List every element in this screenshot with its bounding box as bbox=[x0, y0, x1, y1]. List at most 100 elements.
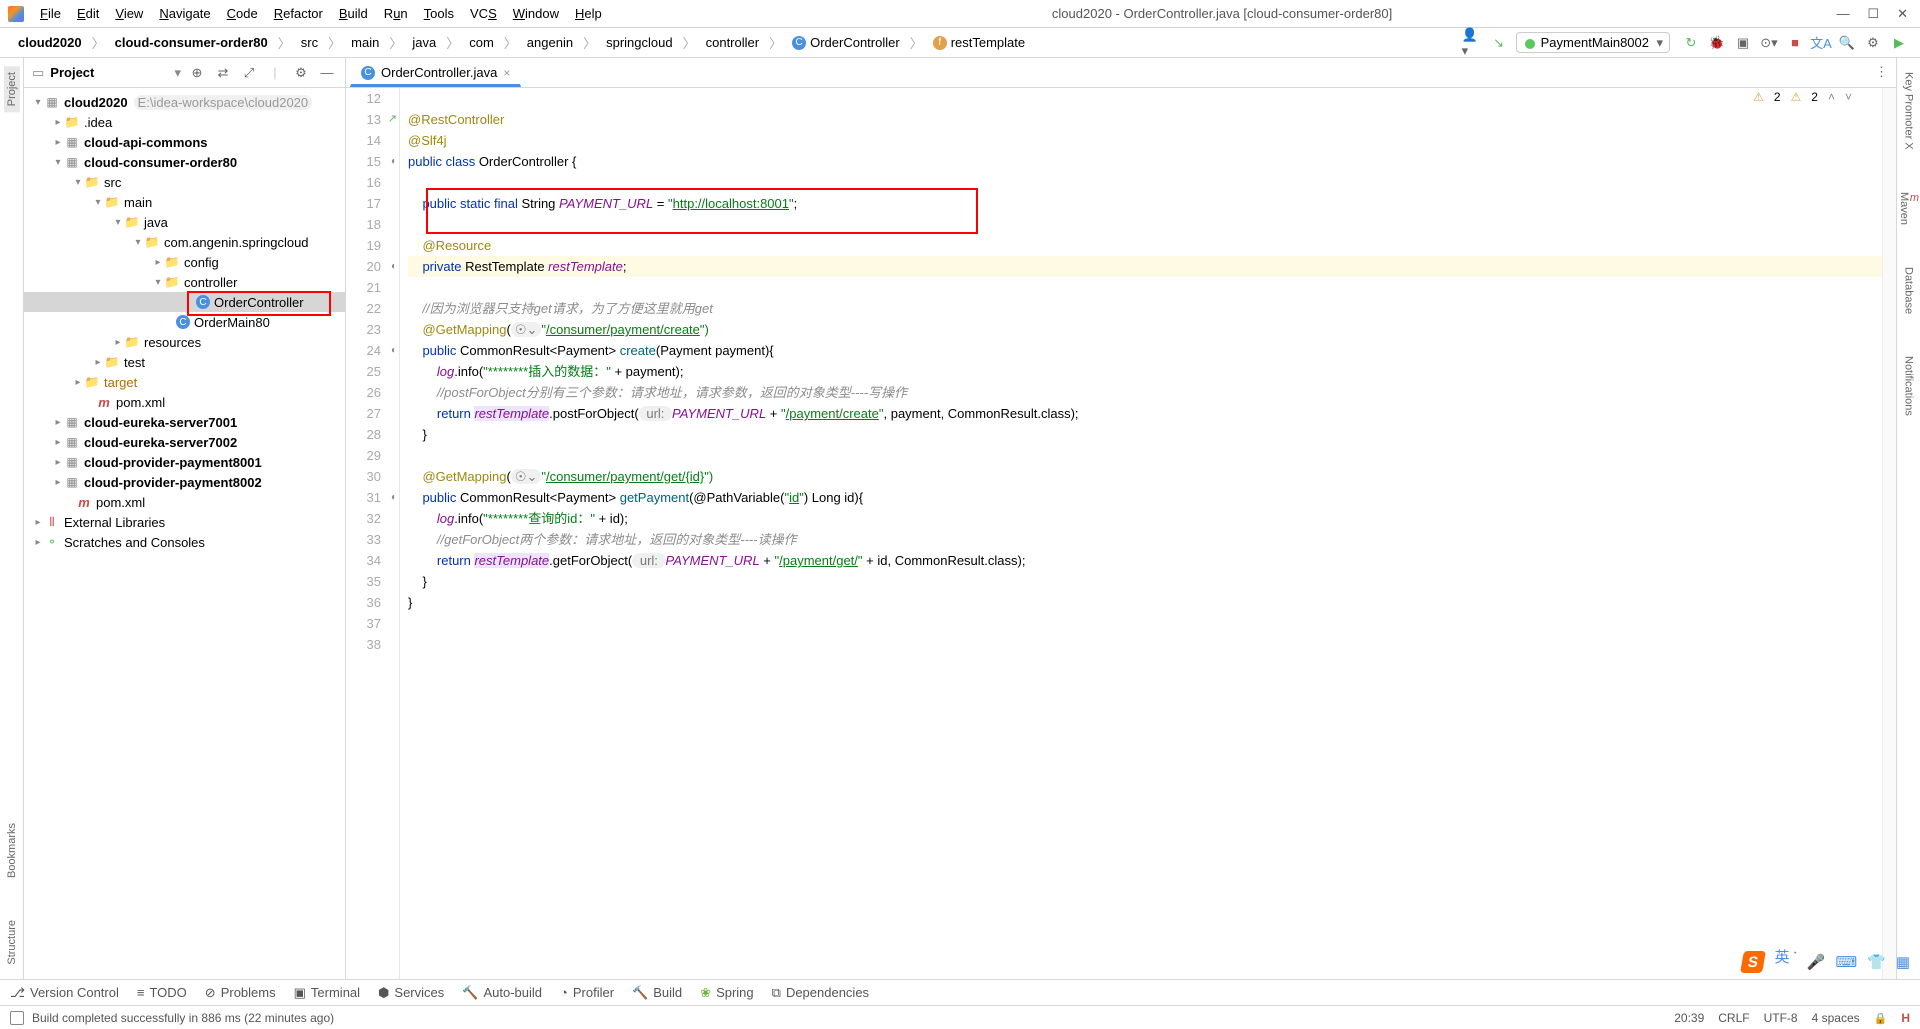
profile-icon[interactable]: ⊙▾ bbox=[1758, 32, 1780, 54]
tree-idea[interactable]: ▸.idea bbox=[24, 112, 345, 132]
crumb-src[interactable]: src bbox=[293, 33, 326, 52]
tree-test[interactable]: ▸test bbox=[24, 352, 345, 372]
menu-code[interactable]: Code bbox=[221, 4, 264, 23]
close-button[interactable]: ✕ bbox=[1897, 6, 1908, 22]
tray-lang-icon[interactable]: 英 ་ bbox=[1774, 941, 1796, 983]
tree-eureka1[interactable]: ▸cloud-eureka-server7001 bbox=[24, 412, 345, 432]
editor-tab-ordercontroller[interactable]: C OrderController.java × bbox=[350, 60, 521, 87]
run-debug-icon[interactable]: ↻ bbox=[1680, 32, 1702, 54]
tree-config[interactable]: ▸config bbox=[24, 252, 345, 272]
tree-controller[interactable]: ▾controller bbox=[24, 272, 345, 292]
tab-services[interactable]: ⬢Services bbox=[378, 985, 444, 1001]
menu-refactor[interactable]: Refactor bbox=[268, 4, 329, 23]
status-indent[interactable]: 4 spaces bbox=[1812, 1011, 1860, 1025]
crumb-java[interactable]: java bbox=[404, 33, 444, 52]
tab-database[interactable]: Database bbox=[1901, 261, 1917, 320]
menu-help[interactable]: Help bbox=[569, 4, 608, 23]
next-highlight-icon[interactable]: ˅ bbox=[1845, 90, 1852, 104]
tab-maven[interactable]: Maven bbox=[1896, 186, 1920, 231]
tree-scratches[interactable]: ▸Scratches and Consoles bbox=[24, 532, 345, 552]
tree-consumer[interactable]: ▾cloud-consumer-order80 bbox=[24, 152, 345, 172]
tree-pom[interactable]: pom.xml bbox=[24, 392, 345, 412]
collapse-icon[interactable]: ⤢ bbox=[239, 63, 259, 83]
locate-icon[interactable]: ⊕ bbox=[187, 63, 207, 83]
maximize-button[interactable]: ☐ bbox=[1867, 6, 1879, 22]
status-encoding[interactable]: UTF-8 bbox=[1764, 1011, 1798, 1025]
coverage-icon[interactable]: ▣ bbox=[1732, 32, 1754, 54]
status-cursor-position[interactable]: 20:39 bbox=[1674, 1011, 1704, 1025]
tab-project[interactable]: Project bbox=[4, 66, 20, 112]
tree-ext-libs[interactable]: ▸External Libraries bbox=[24, 512, 345, 532]
menu-window[interactable]: Window bbox=[507, 4, 565, 23]
close-tab-icon[interactable]: × bbox=[503, 66, 510, 80]
code-pane[interactable]: ⚠2 ⚠2 ˄ ˅ @RestController @Slf4j public … bbox=[400, 88, 1882, 979]
tree-java[interactable]: ▾java bbox=[24, 212, 345, 232]
menu-file[interactable]: FFileile bbox=[34, 4, 67, 23]
tab-keypromoter[interactable]: Key Promoter X bbox=[1901, 66, 1917, 156]
crumb-com[interactable]: com bbox=[461, 33, 502, 52]
tree-resources[interactable]: ▸resources bbox=[24, 332, 345, 352]
menu-edit[interactable]: Edit bbox=[71, 4, 105, 23]
translate-icon[interactable]: 文A bbox=[1810, 32, 1832, 54]
tray-person-icon[interactable]: 👕 bbox=[1867, 953, 1886, 971]
run-config-dropdown[interactable]: PaymentMain8002 bbox=[1516, 32, 1670, 53]
settings-icon[interactable]: ⚙ bbox=[1862, 32, 1884, 54]
error-stripe[interactable] bbox=[1882, 88, 1896, 979]
tray-keyboard-icon[interactable]: ⌨ bbox=[1835, 953, 1857, 971]
tabs-overflow-icon[interactable]: ⋮ bbox=[1875, 64, 1888, 80]
crumb-angenin[interactable]: angenin bbox=[519, 33, 581, 52]
tab-notifications[interactable]: Notifications bbox=[1901, 350, 1917, 422]
crumb-controller[interactable]: controller bbox=[698, 33, 767, 52]
code-editor[interactable]: 12131415 16171819 20212223 24252627 2829… bbox=[346, 88, 1896, 979]
crumb-field[interactable]: frestTemplate bbox=[925, 33, 1033, 53]
tree-payment2[interactable]: ▸cloud-provider-payment8002 bbox=[24, 472, 345, 492]
status-box-icon[interactable] bbox=[10, 1011, 24, 1025]
tab-version-control[interactable]: ⎇Version Control bbox=[10, 985, 119, 1001]
stop-icon[interactable]: ■ bbox=[1784, 32, 1806, 54]
menu-build[interactable]: Build bbox=[333, 4, 374, 23]
build-hammer-icon[interactable]: ↘ bbox=[1488, 32, 1510, 54]
tree-src[interactable]: ▾src bbox=[24, 172, 345, 192]
tab-autobuild[interactable]: 🔨Auto-build bbox=[462, 985, 542, 1001]
crumb-springcloud[interactable]: springcloud bbox=[598, 33, 681, 52]
play-icon[interactable]: ▶ bbox=[1888, 32, 1910, 54]
tree-pkg[interactable]: ▾com.angenin.springcloud bbox=[24, 232, 345, 252]
tree-target[interactable]: ▸target bbox=[24, 372, 345, 392]
crumb-module[interactable]: cloud-consumer-order80 bbox=[107, 33, 276, 52]
sogou-icon[interactable]: S bbox=[1741, 951, 1767, 973]
tray-mic-icon[interactable]: 🎤 bbox=[1807, 953, 1826, 971]
lock-icon[interactable] bbox=[1874, 1011, 1888, 1025]
menu-run[interactable]: Run bbox=[378, 4, 414, 23]
crumb-class[interactable]: COrderController bbox=[784, 33, 908, 53]
tree-root[interactable]: ▾cloud2020E:\idea-workspace\cloud2020 bbox=[24, 92, 345, 112]
menu-navigate[interactable]: Navigate bbox=[153, 4, 216, 23]
tree-order-main[interactable]: OrderMain80 bbox=[24, 312, 345, 332]
inspection-summary[interactable]: ⚠2 ⚠2 ˄ ˅ bbox=[1753, 90, 1852, 104]
crumb-root[interactable]: cloud2020 bbox=[10, 33, 90, 52]
tab-spring[interactable]: ❀Spring bbox=[700, 985, 753, 1001]
status-line-separator[interactable]: CRLF bbox=[1718, 1011, 1749, 1025]
menu-vcs[interactable]: VCS bbox=[464, 4, 503, 23]
user-icon[interactable]: 👤▾ bbox=[1462, 32, 1484, 54]
tab-problems[interactable]: ⊘Problems bbox=[205, 985, 276, 1001]
tree-main[interactable]: ▾main bbox=[24, 192, 345, 212]
status-extra-icon[interactable]: H bbox=[1901, 1011, 1910, 1025]
settings-gear-icon[interactable]: ⚙ bbox=[291, 63, 311, 83]
minimize-button[interactable]: — bbox=[1836, 6, 1849, 22]
tree-payment1[interactable]: ▸cloud-provider-payment8001 bbox=[24, 452, 345, 472]
prev-highlight-icon[interactable]: ˄ bbox=[1828, 90, 1835, 104]
expand-icon[interactable]: ⇄ bbox=[213, 63, 233, 83]
debug-icon[interactable]: 🐞 bbox=[1706, 32, 1728, 54]
tree-eureka2[interactable]: ▸cloud-eureka-server7002 bbox=[24, 432, 345, 452]
tab-todo[interactable]: ≡TODO bbox=[137, 985, 187, 1000]
tree-api-commons[interactable]: ▸cloud-api-commons bbox=[24, 132, 345, 152]
tab-terminal[interactable]: ▣Terminal bbox=[294, 985, 360, 1001]
tree-order-controller[interactable]: OrderController bbox=[24, 292, 345, 312]
hide-panel-icon[interactable]: — bbox=[317, 63, 337, 83]
tab-structure[interactable]: Structure bbox=[4, 914, 20, 971]
tab-build[interactable]: 🔨Build bbox=[632, 985, 682, 1001]
tray-grid-icon[interactable]: ▦ bbox=[1896, 953, 1910, 971]
tab-bookmarks[interactable]: Bookmarks bbox=[4, 817, 20, 884]
crumb-main[interactable]: main bbox=[343, 33, 387, 52]
project-view-dropdown-icon[interactable]: ▾ bbox=[174, 65, 181, 81]
